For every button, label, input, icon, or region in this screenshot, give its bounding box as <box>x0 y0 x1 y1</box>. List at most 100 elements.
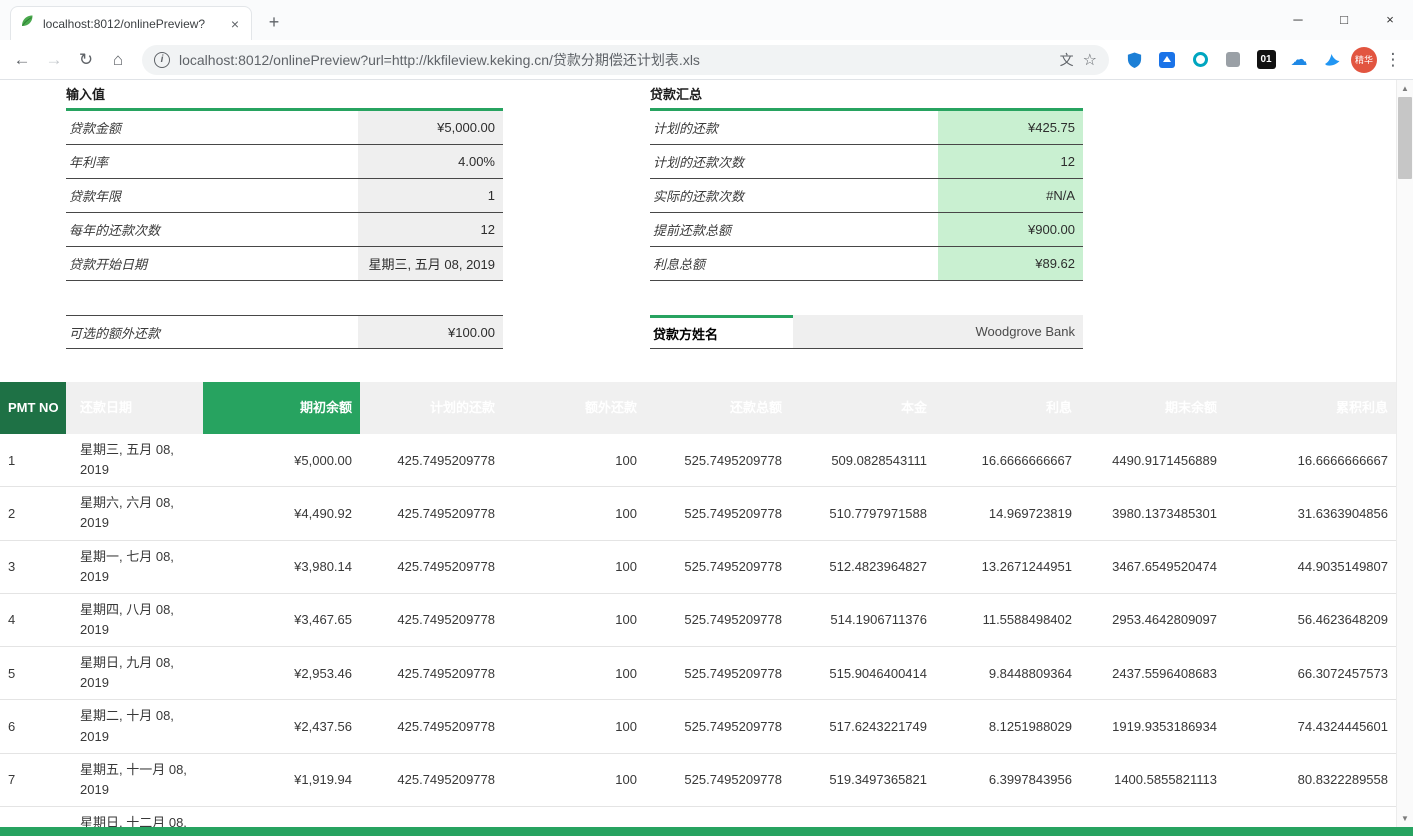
table-cell: 425.7495209778 <box>360 647 503 699</box>
browser-tab[interactable]: localhost:8012/onlinePreview? × <box>10 6 252 40</box>
table-cell: 44.9035149807 <box>1225 541 1396 593</box>
row-label: 利息总额 <box>650 247 938 280</box>
titlebar: localhost:8012/onlinePreview? × + ─ □ × <box>0 0 1413 40</box>
bookmark-star-icon[interactable]: ☆ <box>1083 50 1097 70</box>
table-cell: 2953.4642809097 <box>1080 594 1225 646</box>
scroll-up-icon[interactable]: ▲ <box>1397 80 1413 97</box>
input-rows: 贷款金额¥5,000.00年利率4.00%贷款年限1每年的还款次数12贷款开始日… <box>66 111 503 281</box>
table-cell: 16.6666666667 <box>1225 434 1396 486</box>
sheet-row: 计划的还款次数12 <box>650 145 1083 179</box>
table-cell: ¥2,953.46 <box>203 647 360 699</box>
row-label: 计划的还款次数 <box>650 145 938 178</box>
table-cell: 6 <box>0 700 66 752</box>
column-header: 本金 <box>790 382 935 434</box>
back-icon[interactable]: ← <box>8 46 36 74</box>
row-value: 12 <box>938 145 1083 178</box>
schedule-header: PMT NO还款日期期初余额计划的还款额外还款还款总额本金利息期末余额累积利息 <box>0 382 1396 434</box>
row-value: 12 <box>358 213 503 246</box>
table-cell: 8.1251988029 <box>935 700 1080 752</box>
refresh-icon[interactable]: ↻ <box>72 46 100 74</box>
table-cell: 星期一, 七月 08, 2019 <box>66 541 203 593</box>
table-row: 2星期六, 六月 08, 2019¥4,490.92425.7495209778… <box>0 487 1396 540</box>
schedule-body: 1星期三, 五月 08, 2019¥5,000.00425.7495209778… <box>0 434 1396 836</box>
forward-icon[interactable]: → <box>40 46 68 74</box>
tab-title: localhost:8012/onlinePreview? <box>43 17 219 31</box>
table-cell: 1919.9353186934 <box>1080 700 1225 752</box>
summary-section-title: 贷款汇总 <box>650 82 1083 108</box>
column-header: 累积利息 <box>1225 382 1396 434</box>
column-header: 期初余额 <box>203 382 360 434</box>
table-cell: ¥1,919.94 <box>203 754 360 806</box>
badge-01-extension-icon[interactable]: 01 <box>1255 49 1277 71</box>
table-row: 6星期二, 十月 08, 2019¥2,437.56425.7495209778… <box>0 700 1396 753</box>
table-row: 4星期四, 八月 08, 2019¥3,467.65425.7495209778… <box>0 594 1396 647</box>
table-row: 1星期三, 五月 08, 2019¥5,000.00425.7495209778… <box>0 434 1396 487</box>
table-cell: 星期三, 五月 08, 2019 <box>66 434 203 486</box>
row-label: 实际的还款次数 <box>650 179 938 212</box>
file-preview-page: 输入值 贷款金额¥5,000.00年利率4.00%贷款年限1每年的还款次数12贷… <box>0 80 1413 836</box>
table-cell: 100 <box>503 434 645 486</box>
table-cell: 100 <box>503 487 645 539</box>
cloud-extension-icon[interactable]: ☁ <box>1288 49 1310 71</box>
table-cell: 1 <box>0 434 66 486</box>
row-label: 每年的还款次数 <box>66 213 358 246</box>
browser-toolbar: ← → ↻ ⌂ i localhost:8012/onlinePreview?u… <box>0 40 1413 80</box>
table-row: 5星期日, 九月 08, 2019¥2,953.46425.7495209778… <box>0 647 1396 700</box>
table-cell: ¥3,980.14 <box>203 541 360 593</box>
table-cell: 425.7495209778 <box>360 434 503 486</box>
row-label: 年利率 <box>66 145 358 178</box>
minimize-button[interactable]: ─ <box>1275 0 1321 38</box>
table-cell: 517.6243221749 <box>790 700 935 752</box>
table-cell: ¥5,000.00 <box>203 434 360 486</box>
table-cell: 425.7495209778 <box>360 541 503 593</box>
url-text[interactable]: localhost:8012/onlinePreview?url=http://… <box>179 50 1051 70</box>
table-cell: 7 <box>0 754 66 806</box>
sheet-row: 每年的还款次数12 <box>66 213 503 247</box>
shield-extension-icon[interactable] <box>1123 49 1145 71</box>
vertical-scrollbar[interactable]: ▲ ▼ <box>1396 80 1413 827</box>
browser-menu-icon[interactable]: ⋮ <box>1381 48 1405 72</box>
close-button[interactable]: × <box>1367 0 1413 38</box>
extension-icons: 01 ☁ <box>1123 49 1343 71</box>
profile-avatar[interactable]: 精华 <box>1351 47 1377 73</box>
home-icon[interactable]: ⌂ <box>104 46 132 74</box>
column-header: 还款日期 <box>66 382 203 434</box>
table-cell: 56.4623648209 <box>1225 594 1396 646</box>
kkfileview-leaf-favicon <box>19 13 35 34</box>
address-bar[interactable]: i localhost:8012/onlinePreview?url=http:… <box>142 45 1109 75</box>
gray-extension-icon[interactable] <box>1222 49 1244 71</box>
column-header: PMT NO <box>0 382 66 434</box>
row-value: ¥900.00 <box>938 213 1083 246</box>
row-value: ¥89.62 <box>938 247 1083 280</box>
sheet-row: 贷款年限1 <box>66 179 503 213</box>
tab-close-icon[interactable]: × <box>227 16 243 32</box>
spacer <box>650 281 1083 315</box>
sheet-row: 提前还款总额¥900.00 <box>650 213 1083 247</box>
table-cell: 66.3072457573 <box>1225 647 1396 699</box>
table-cell: 31.6363904856 <box>1225 487 1396 539</box>
input-section-title: 输入值 <box>66 82 503 108</box>
column-header: 期末余额 <box>1080 382 1225 434</box>
input-section: 输入值 贷款金额¥5,000.00年利率4.00%贷款年限1每年的还款次数12贷… <box>66 82 503 349</box>
scroll-down-icon[interactable]: ▼ <box>1397 810 1413 827</box>
column-header: 利息 <box>935 382 1080 434</box>
table-cell: 11.5588498402 <box>935 594 1080 646</box>
translate-icon[interactable]: 文 <box>1060 50 1074 70</box>
bird-extension-icon[interactable] <box>1321 49 1343 71</box>
table-cell: 13.2671244951 <box>935 541 1080 593</box>
ring-extension-icon[interactable] <box>1189 49 1211 71</box>
table-cell: 1400.5855821113 <box>1080 754 1225 806</box>
extension-badge-text: 01 <box>1257 50 1276 69</box>
bottom-green-bar <box>0 827 1413 836</box>
lender-row: 贷款方姓名 Woodgrove Bank <box>650 315 1083 349</box>
row-value: ¥100.00 <box>358 316 503 348</box>
maximize-button[interactable]: □ <box>1321 0 1367 38</box>
scrollbar-thumb[interactable] <box>1398 97 1412 179</box>
page-info-icon[interactable]: i <box>154 52 170 68</box>
table-cell: 100 <box>503 647 645 699</box>
new-tab-button[interactable]: + <box>262 10 286 34</box>
table-cell: 515.9046400414 <box>790 647 935 699</box>
blue-square-extension-icon[interactable] <box>1156 49 1178 71</box>
column-header: 还款总额 <box>645 382 790 434</box>
row-value: 1 <box>358 179 503 212</box>
